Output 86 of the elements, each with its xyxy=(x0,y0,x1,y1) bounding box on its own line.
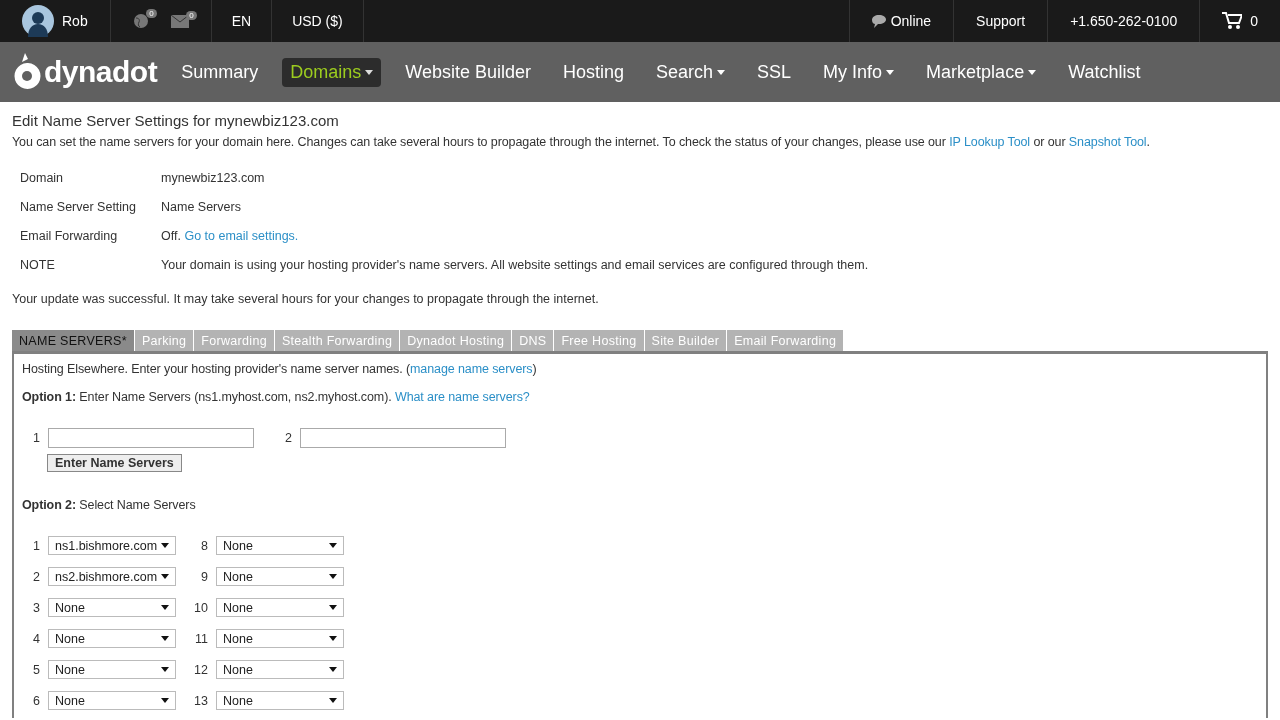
intro-text: You can set the name servers for your domain here. Changes can take several hours to propagate through the internet. To check the status of your changes, please use our IP Lookup Tool or our Snapshot Tool. xyxy=(12,135,1151,149)
caret-icon xyxy=(161,605,169,610)
caret-icon xyxy=(161,667,169,672)
field-number: 2 xyxy=(284,431,292,445)
ip-lookup-link[interactable]: IP Lookup Tool xyxy=(949,135,1031,149)
user-name[interactable]: Rob xyxy=(62,13,88,29)
nav-link[interactable]: Search xyxy=(648,57,734,87)
name-server-select[interactable]: None xyxy=(48,598,176,617)
enter-button[interactable]: Enter Name Servers xyxy=(47,454,182,472)
nav-link[interactable]: Summary xyxy=(173,57,267,87)
nav-link[interactable]: Marketplace xyxy=(918,57,1045,87)
mail-icon[interactable] xyxy=(170,14,189,28)
detail-value: Name Servers xyxy=(161,200,242,214)
name-server-select[interactable]: None xyxy=(216,598,344,617)
success-message: Your update was successful. It may take several hours for your changes to propagate through the internet. xyxy=(12,292,600,306)
phone-number: +1.650-262-0100 xyxy=(1070,13,1178,29)
select-number: 8 xyxy=(200,538,208,553)
online-status[interactable]: Online xyxy=(890,13,932,29)
select-number: 12 xyxy=(193,662,208,677)
avatar-icon[interactable] xyxy=(22,5,54,37)
name-server-select[interactable]: None xyxy=(216,660,344,679)
caret-icon xyxy=(161,574,169,579)
name-server-select[interactable]: None xyxy=(48,629,176,648)
select-number: 6 xyxy=(32,693,40,708)
caret-icon xyxy=(329,574,337,579)
page-title: Edit Name Server Settings for mynewbiz123.com xyxy=(12,112,340,129)
tab[interactable]: NAME SERVERS* xyxy=(12,330,134,351)
name-server-select[interactable]: ns2.bishmore.com xyxy=(48,567,176,586)
hosting-text: Hosting Elsewhere. Enter your hosting provider's name server names. (manage name servers) xyxy=(22,362,538,376)
support-link[interactable]: Support xyxy=(976,13,1026,29)
logo-text[interactable]: dynadot xyxy=(44,55,158,89)
caret-icon xyxy=(329,636,337,641)
name-server-field[interactable] xyxy=(300,428,506,448)
nav-link[interactable]: Website Builder xyxy=(397,57,539,87)
field-number: 1 xyxy=(32,431,40,445)
select-number: 4 xyxy=(32,631,40,646)
email-settings-link[interactable]: Go to email settings. xyxy=(184,229,299,243)
globe-icon[interactable] xyxy=(132,13,149,29)
caret-icon xyxy=(329,543,337,548)
nav-link[interactable]: SSL xyxy=(749,57,800,87)
currency-selector[interactable]: USD ($) xyxy=(292,13,343,29)
detail-label: Name Server Setting xyxy=(20,200,138,214)
name-server-select[interactable]: None xyxy=(216,536,344,555)
select-number: 11 xyxy=(194,631,208,646)
name-server-select[interactable]: None xyxy=(216,629,344,648)
name-server-select[interactable]: None xyxy=(48,660,176,679)
select-number: 1 xyxy=(32,538,40,553)
cart-count: 0 xyxy=(1250,13,1258,29)
caret-icon xyxy=(161,698,169,703)
option-text: Option 2: Select Name Servers xyxy=(22,498,197,512)
help-link[interactable]: What are name servers? xyxy=(394,390,530,404)
language-selector[interactable]: EN xyxy=(231,13,252,29)
select-number: 3 xyxy=(32,600,40,615)
name-server-select[interactable]: ns1.bishmore.com xyxy=(48,536,176,555)
nav-link[interactable]: Watchlist xyxy=(1060,57,1149,87)
manage-link[interactable]: manage name servers xyxy=(410,362,533,376)
caret-icon xyxy=(161,636,169,641)
select-number: 5 xyxy=(32,662,40,677)
select-number: 13 xyxy=(193,693,208,708)
snapshot-link[interactable]: Snapshot Tool xyxy=(1068,135,1147,149)
detail-label: NOTE xyxy=(20,258,56,272)
nav-link[interactable]: My Info xyxy=(815,57,903,87)
detail-value: mynewbiz123.com xyxy=(161,171,266,185)
globe-count: 0 xyxy=(146,9,157,18)
chat-bubble-icon xyxy=(871,14,886,28)
name-server-select[interactable]: None xyxy=(216,691,344,710)
caret-icon xyxy=(329,698,337,703)
select-number: 10 xyxy=(193,600,208,615)
nav-link[interactable]: Hosting xyxy=(554,57,632,87)
caret-icon xyxy=(161,543,169,548)
caret-icon xyxy=(329,667,337,672)
logo-icon xyxy=(12,53,42,91)
detail-label: Domain xyxy=(20,171,65,185)
name-server-select[interactable]: None xyxy=(216,567,344,586)
option-text: Option 1: Enter Name Servers (ns1.myhost.com, ns2.myhost.com). What are name servers? xyxy=(22,390,531,404)
detail-value: Your domain is using your hosting provider's name servers. All website settings and email services are configured through them. xyxy=(161,258,870,272)
name-server-field[interactable] xyxy=(48,428,254,448)
nav-link[interactable]: Domains xyxy=(282,57,382,87)
select-number: 2 xyxy=(32,569,40,584)
mail-count: 0 xyxy=(186,10,197,20)
select-number: 9 xyxy=(200,569,208,584)
name-server-select[interactable]: None xyxy=(48,691,176,710)
caret-icon xyxy=(329,605,337,610)
cart-icon[interactable] xyxy=(1222,12,1243,30)
detail-label: Email Forwarding xyxy=(20,229,119,243)
detail-value: Off. Go to email settings. xyxy=(161,229,300,243)
